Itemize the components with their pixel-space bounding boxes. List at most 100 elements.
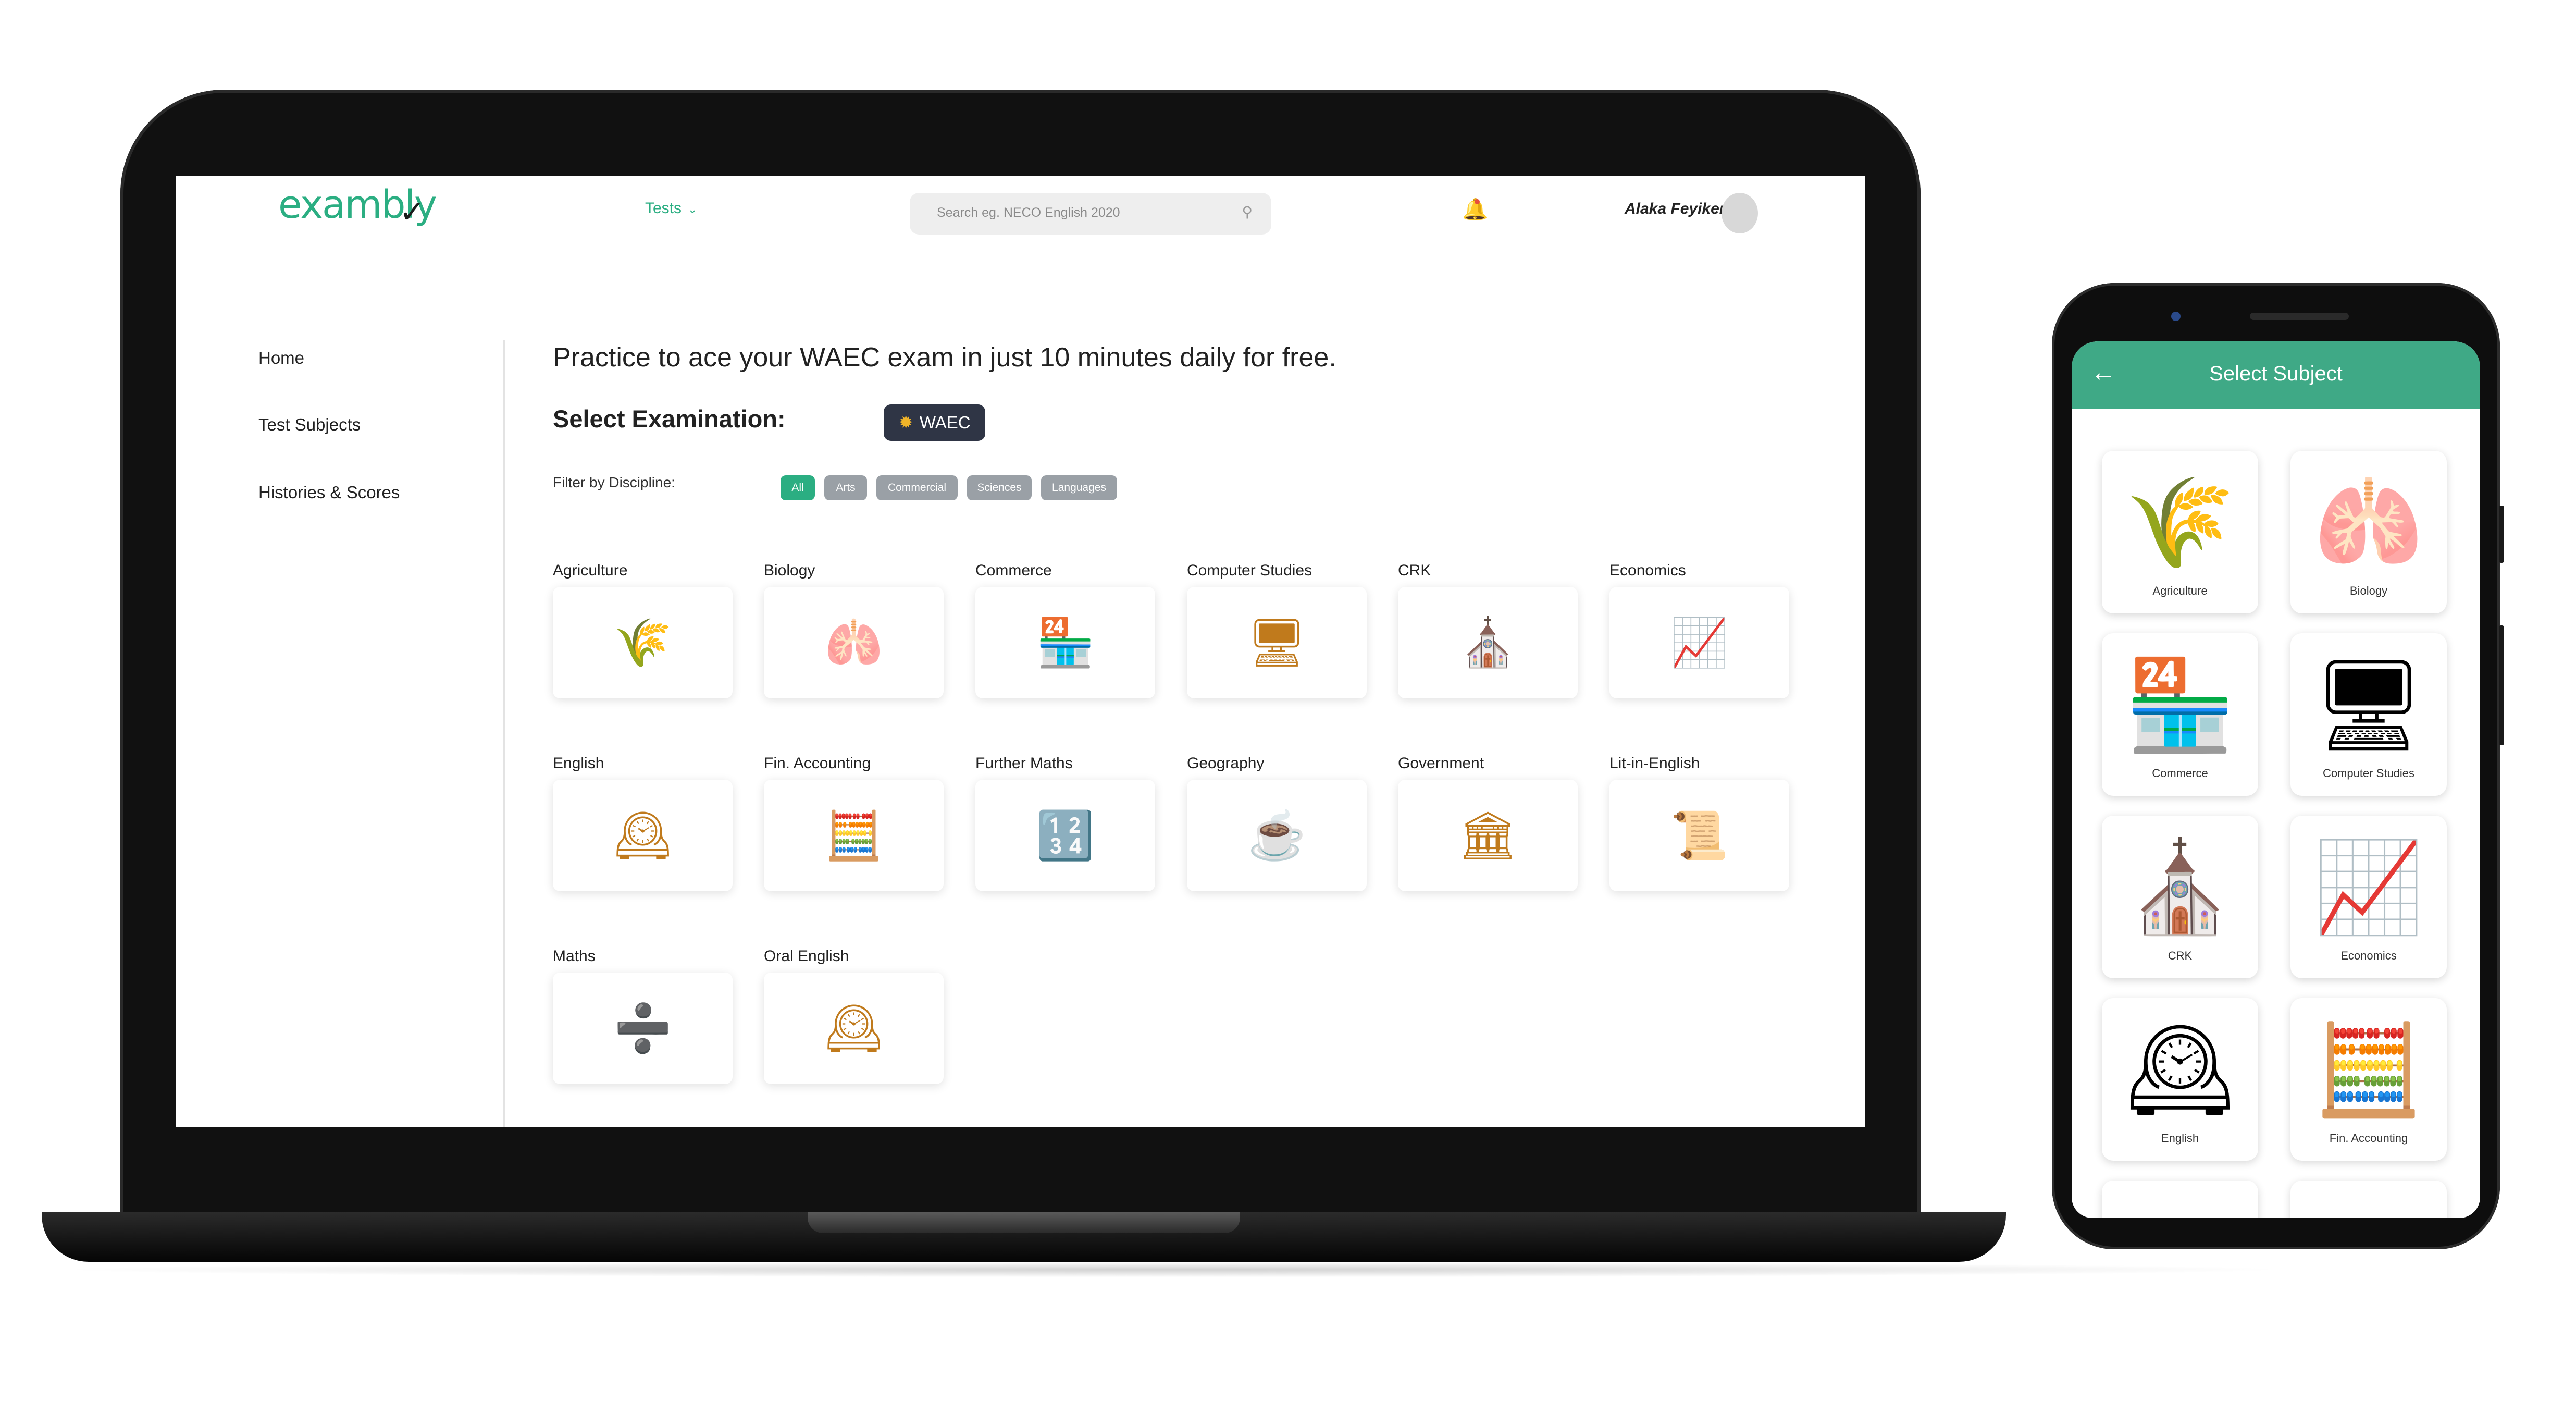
exambly-logo[interactable]: exambly ✓ [278, 182, 437, 245]
phone-subject-tile-partial[interactable] [2290, 1181, 2447, 1218]
phone-speaker [2250, 313, 2349, 320]
subject-label: Computer Studies [1187, 562, 1312, 579]
subject-tile[interactable]: Biology 🫁 [764, 562, 944, 698]
subject-tile[interactable]: CRK ⛪ [1398, 562, 1578, 698]
chevron-down-icon: ⌄ [688, 203, 698, 216]
capitol-icon: 🏛 [1458, 809, 1518, 862]
subject-label: CRK [1398, 562, 1431, 579]
phone-subject-tile[interactable]: ⛪ CRK [2102, 816, 2258, 978]
subject-tile[interactable]: Further Maths 🔢 [975, 755, 1155, 891]
subject-card[interactable]: 📜 [1609, 780, 1789, 891]
subject-label: English [553, 755, 604, 772]
user-name[interactable]: Alaka Feyikemi [1625, 200, 1738, 218]
phone-app-bar: ← Select Subject [2072, 341, 2480, 409]
search-placeholder: Search eg. NECO English 2020 [937, 205, 1120, 220]
phone-subject-tile[interactable]: 🌾 Agriculture [2102, 451, 2258, 613]
avatar[interactable] [1722, 193, 1758, 233]
church-icon: ⛪ [1458, 617, 1517, 669]
sidebar-item-home[interactable]: Home [258, 348, 304, 368]
phone-volume-button [2499, 506, 2504, 563]
subject-card[interactable]: ☕ [1187, 780, 1367, 891]
wheat-icon: 🌾 [2125, 473, 2235, 572]
subject-card[interactable]: 🏛 [1398, 780, 1578, 891]
filter-chip-languages[interactable]: Languages [1041, 475, 1117, 500]
subject-card[interactable]: 🔢 [975, 780, 1155, 891]
phone-subject-label: CRK [2168, 949, 2193, 962]
subject-card[interactable]: 🕰 [764, 973, 944, 1084]
subject-tile[interactable]: Commerce 🏪 [975, 562, 1155, 698]
page-tagline: Practice to ace your WAEC exam in just 1… [553, 342, 1336, 373]
phone-subject-tile[interactable]: 🖥 Computer Studies [2290, 633, 2447, 796]
subject-label: Commerce [975, 562, 1052, 579]
laptop-shadow [52, 1262, 2293, 1277]
filter-chip-sciences[interactable]: Sciences [967, 475, 1032, 500]
phone-subject-label: English [2161, 1132, 2199, 1145]
subject-tile[interactable]: Fin. Accounting 🧮 [764, 755, 944, 891]
notification-dot [1475, 199, 1480, 204]
coffee-cup-icon: ☕ [1247, 809, 1306, 862]
waec-emblem-icon: ✹ [898, 413, 913, 433]
subject-card[interactable]: ➗ [553, 973, 733, 1084]
subject-tile[interactable]: Geography ☕ [1187, 755, 1367, 891]
phone-subject-tile-partial[interactable] [2102, 1181, 2258, 1218]
sidebar-item-histories-scores[interactable]: Histories & Scores [258, 483, 400, 502]
subject-label: Maths [553, 948, 596, 965]
subject-card[interactable]: 🕰 [553, 780, 733, 891]
phone-subject-tile[interactable]: 🧮 Fin. Accounting [2290, 998, 2447, 1161]
subject-tile[interactable]: Computer Studies 🖥 [1187, 562, 1367, 698]
big-ben-icon: 🕰 [824, 1002, 884, 1055]
subject-label: Biology [764, 562, 815, 579]
subject-label: Further Maths [975, 755, 1073, 772]
filter-chip-arts[interactable]: Arts [824, 475, 867, 500]
phone-subject-label: Computer Studies [2322, 767, 2415, 780]
subject-label: Agriculture [553, 562, 628, 579]
lungs-icon: 🫁 [824, 617, 883, 669]
subject-card[interactable]: 🫁 [764, 587, 944, 698]
phone-title: Select Subject [2209, 362, 2343, 385]
laptop-screen: exambly ✓ Tests ⌄ Search eg. NECO English… [176, 176, 1865, 1127]
phone-subject-tile[interactable]: 🏪 Commerce [2102, 633, 2258, 796]
phone-camera [2171, 312, 2181, 321]
subject-label: Geography [1187, 755, 1265, 772]
subject-tile[interactable]: Agriculture 🌾 [553, 562, 733, 698]
exam-pill-label: WAEC [919, 413, 971, 432]
subject-label: Fin. Accounting [764, 755, 871, 772]
subject-card[interactable]: ⛪ [1398, 587, 1578, 698]
phone-power-button [2499, 625, 2504, 745]
phone-subject-tile[interactable]: 📈 Economics [2290, 816, 2447, 978]
subject-tile[interactable]: Government 🏛 [1398, 755, 1578, 891]
subject-tile[interactable]: Maths ➗ [553, 948, 733, 1084]
phone-screen: ← Select Subject 🌾 Agriculture 🫁 Biology 🏪 Co… [2072, 341, 2480, 1218]
subject-card[interactable]: 🖥 [1187, 587, 1367, 698]
subject-card[interactable]: 📈 [1609, 587, 1789, 698]
subject-card[interactable]: 🌾 [553, 587, 733, 698]
filter-chip-all[interactable]: All [781, 475, 815, 500]
lungs-icon: 🫁 [2313, 473, 2424, 572]
subject-card[interactable]: 🧮 [764, 780, 944, 891]
sidebar-item-test-subjects[interactable]: Test Subjects [258, 415, 361, 435]
phone-subject-label: Agriculture [2152, 584, 2208, 597]
subject-tile[interactable]: Lit-in-English 📜 [1609, 755, 1789, 891]
search-icon[interactable]: ⚲ [1242, 203, 1253, 220]
cpu-icon: 🖥 [1247, 617, 1307, 669]
subject-tile[interactable]: Oral English 🕰 [764, 948, 944, 1084]
laptop-hinge-notch [808, 1212, 1240, 1233]
subject-tile[interactable]: Economics 📈 [1609, 562, 1789, 698]
subject-label: Lit-in-English [1609, 755, 1700, 772]
logo-check-icon: ✓ [399, 194, 425, 230]
filter-chip-commercial[interactable]: Commercial [876, 475, 958, 500]
growth-chart-icon: 📈 [1670, 617, 1729, 669]
phone-subject-tile[interactable]: 🫁 Biology [2290, 451, 2447, 613]
subject-label: Economics [1609, 562, 1686, 579]
phone-subject-label: Biology [2349, 584, 2388, 597]
growth-chart-icon: 📈 [2313, 838, 2424, 937]
phone-subject-tile[interactable]: 🕰 English [2102, 998, 2258, 1161]
search-input[interactable]: Search eg. NECO English 2020 ⚲ [910, 193, 1271, 235]
big-ben-icon: 🕰 [2124, 1020, 2236, 1120]
shakespeare-icon: 📜 [1670, 809, 1729, 862]
subject-card[interactable]: 🏪 [975, 587, 1155, 698]
subject-tile[interactable]: English 🕰 [553, 755, 733, 891]
scientific-calculator-icon: 🔢 [1036, 809, 1095, 862]
tests-dropdown[interactable]: Tests ⌄ [645, 200, 697, 217]
exam-waec-button[interactable]: ✹ WAEC [884, 404, 985, 441]
